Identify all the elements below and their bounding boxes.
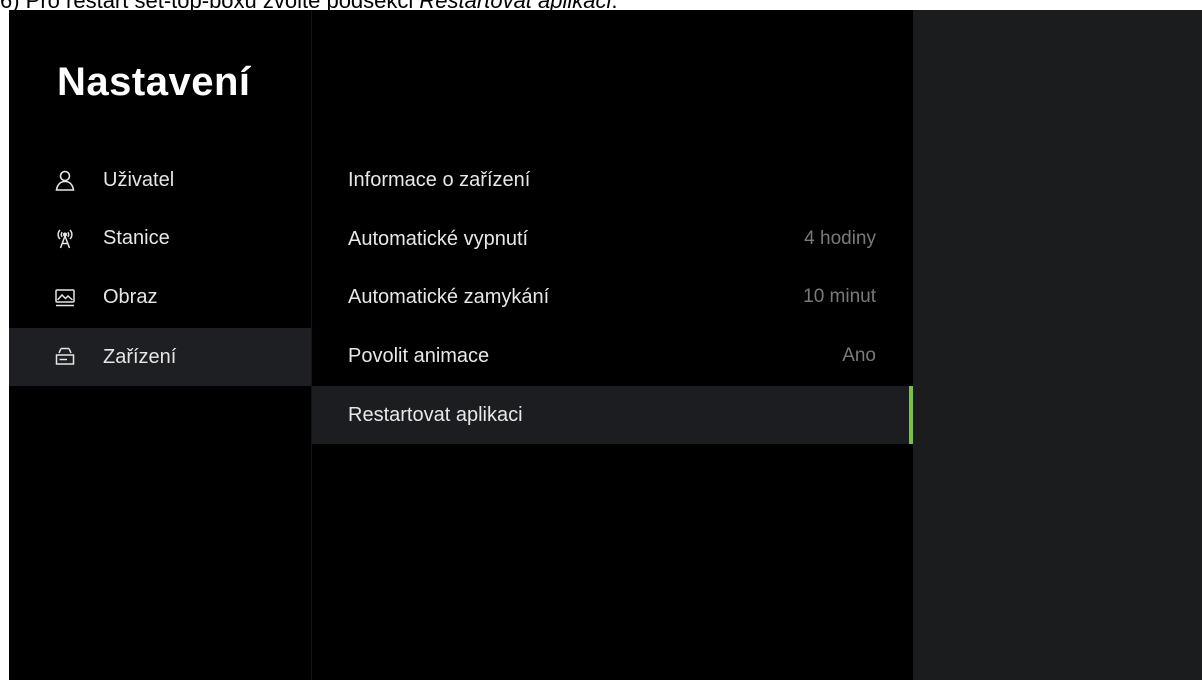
device-icon bbox=[54, 346, 76, 368]
sidebar-item-label: Zařízení bbox=[103, 345, 177, 368]
setting-label: Restartovat aplikaci bbox=[348, 403, 523, 426]
tv-screen: Nastavení Uživatel Stanice Obraz Zařízen… bbox=[9, 10, 1202, 680]
settings-sidebar: Nastavení Uživatel Stanice Obraz Zařízen… bbox=[9, 10, 312, 680]
page-title: Nastavení bbox=[57, 60, 251, 104]
setting-row-device-info[interactable]: Informace o zařízení bbox=[312, 151, 913, 209]
detail-pane bbox=[913, 10, 1202, 680]
setting-value: 10 minut bbox=[803, 286, 876, 307]
setting-label: Informace o zařízení bbox=[348, 168, 531, 191]
setting-row-auto-lock[interactable]: Automatické zamykání 10 minut bbox=[312, 268, 913, 326]
setting-value: Ano bbox=[842, 345, 876, 366]
setting-row-restart-app[interactable]: Restartovat aplikaci bbox=[312, 386, 913, 444]
setting-label: Automatické vypnutí bbox=[348, 227, 529, 250]
setting-row-auto-off[interactable]: Automatické vypnutí 4 hodiny bbox=[312, 210, 913, 268]
settings-list: Informace o zařízení Automatické vypnutí… bbox=[312, 10, 913, 680]
user-icon bbox=[54, 169, 76, 191]
setting-label: Automatické zamykání bbox=[348, 285, 550, 308]
sidebar-item-picture[interactable]: Obraz bbox=[9, 268, 311, 326]
picture-icon bbox=[54, 286, 76, 308]
setting-label: Povolit animace bbox=[348, 344, 490, 367]
sidebar-item-user[interactable]: Uživatel bbox=[9, 151, 311, 209]
sidebar-item-label: Uživatel bbox=[103, 168, 175, 191]
sidebar-item-label: Obraz bbox=[103, 285, 158, 308]
antenna-icon bbox=[54, 227, 76, 249]
sidebar-item-device[interactable]: Zařízení bbox=[9, 328, 311, 386]
setting-value: 4 hodiny bbox=[804, 228, 876, 249]
sidebar-item-label: Stanice bbox=[103, 226, 170, 249]
sidebar-item-stations[interactable]: Stanice bbox=[9, 209, 311, 267]
setting-row-animations[interactable]: Povolit animace Ano bbox=[312, 327, 913, 385]
